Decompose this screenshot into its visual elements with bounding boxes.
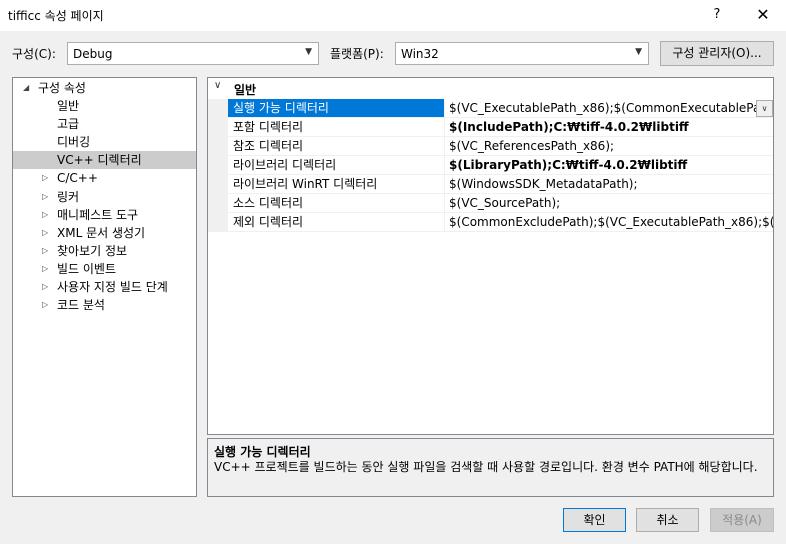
tree-item-label: 일반 — [57, 99, 80, 113]
row-gutter — [208, 118, 228, 137]
row-gutter — [208, 194, 228, 213]
tree-item-label: XML 문서 생성기 — [57, 225, 146, 240]
property-name[interactable]: 실행 가능 디렉터리 — [228, 99, 444, 118]
tree-item-label: C/C++ — [57, 171, 98, 186]
platform-value: Win32 — [401, 47, 439, 61]
chevron-down-icon: ▼ — [305, 47, 312, 57]
row-gutter — [208, 213, 228, 232]
property-row[interactable]: 포함 디렉터리 $(IncludePath);C:₩tiff-4.0.2₩libt… — [208, 118, 773, 137]
tree-item-label: 디버깅 — [57, 135, 91, 150]
ok-button[interactable]: 확인 — [563, 508, 626, 532]
chevron-down-icon: ▼ — [635, 47, 642, 57]
property-value[interactable]: $(VC_ExecutablePath_x86);$(CommonExecuta… — [445, 99, 773, 118]
cancel-button[interactable]: 취소 — [636, 508, 699, 532]
config-label: 구성(C): — [12, 47, 56, 61]
grid-category-label: 일반 — [234, 83, 257, 97]
tree-root[interactable]: ◢ 구성 속성 — [13, 79, 196, 97]
tree-item-label: 찾아보기 정보 — [57, 243, 128, 258]
tree-item[interactable]: VC++ 디렉터리 — [13, 151, 196, 170]
property-row[interactable]: 라이브러리 디렉터리 $(LibraryPath);C:₩tiff-4.0.2₩l… — [208, 156, 773, 175]
expand-arrow-icon[interactable]: ▷ — [42, 206, 52, 224]
tree-item[interactable]: ▷ 빌드 이벤트 — [13, 260, 196, 278]
property-row[interactable]: 소스 디렉터리 $(VC_SourcePath); — [208, 194, 773, 213]
window-title: tifficc 속성 페이지 — [8, 9, 104, 23]
close-button[interactable]: ✕ — [746, 3, 780, 27]
expand-arrow-icon[interactable]: ▷ — [42, 242, 52, 260]
row-gutter — [208, 156, 228, 175]
tree-item-label: 빌드 이벤트 — [57, 261, 117, 276]
property-row[interactable]: 라이브러리 WinRT 디렉터리 $(WindowsSDK_MetadataPat… — [208, 175, 773, 194]
property-value[interactable]: $(IncludePath);C:₩tiff-4.0.2₩libtiff — [445, 118, 773, 137]
property-name[interactable]: 라이브러리 WinRT 디렉터리 — [228, 175, 444, 194]
row-gutter — [208, 137, 228, 156]
tree-item-label: 링커 — [57, 189, 80, 204]
description-panel: 실행 가능 디렉터리 VC++ 프로젝트를 빌드하는 동안 실행 파일을 검색할… — [207, 438, 774, 497]
tree-item-label: 매니페스트 도구 — [57, 207, 139, 222]
tree-item[interactable]: ▷ XML 문서 생성기 — [13, 224, 196, 242]
tree-item-label: 고급 — [57, 117, 80, 132]
tree-item[interactable]: ▷ 매니페스트 도구 — [13, 206, 196, 224]
config-combo[interactable]: Debug ▼ — [67, 42, 319, 65]
property-value[interactable]: $(CommonExcludePath);$(VC_ExecutablePath… — [445, 213, 773, 232]
config-manager-button[interactable]: 구성 관리자(O)... — [660, 41, 774, 66]
property-name[interactable]: 참조 디렉터리 — [228, 137, 444, 156]
tree-item-label: 코드 분석 — [57, 298, 105, 313]
tree-item[interactable]: ▷ 코드 분석 — [13, 296, 196, 314]
chevron-down-icon: ∨ — [214, 80, 222, 91]
expand-arrow-icon[interactable]: ▷ — [42, 169, 52, 187]
property-name[interactable]: 소스 디렉터리 — [228, 194, 444, 213]
help-button[interactable]: ? — [705, 4, 729, 26]
property-name[interactable]: 제외 디렉터리 — [228, 213, 444, 232]
description-text: VC++ 프로젝트를 빌드하는 동안 실행 파일을 검색할 때 사용할 경로입니… — [214, 460, 758, 474]
tree-item[interactable]: ▷ 사용자 지정 빌드 단계 — [13, 278, 196, 296]
platform-label: 플랫폼(P): — [330, 47, 384, 61]
property-tree: ◢ 구성 속성 일반고급디버깅 VC++ 디렉터리 ▷ C/C++ ▷ 링커 ▷ 매니페스트 … — [12, 77, 197, 497]
property-name[interactable]: 포함 디렉터리 — [228, 118, 444, 137]
expand-arrow-icon[interactable]: ▷ — [42, 224, 52, 242]
description-title: 실행 가능 디렉터리 — [214, 445, 311, 459]
tree-item-label: 사용자 지정 빌드 단계 — [57, 280, 168, 294]
property-row[interactable]: 제외 디렉터리 $(CommonExcludePath);$(VC_Executa… — [208, 213, 773, 232]
apply-button[interactable]: 적용(A) — [710, 508, 774, 532]
expanded-icon: ◢ — [23, 83, 30, 92]
tree-item[interactable]: ▷ 링커 — [13, 188, 196, 206]
property-grid: ∨ 일반 실행 가능 디렉터리 $(VC_ExecutablePath_x86);… — [207, 77, 774, 435]
config-value: Debug — [73, 47, 113, 61]
value-dropdown-icon[interactable]: ∨ — [756, 100, 773, 117]
property-row[interactable]: 실행 가능 디렉터리 $(VC_ExecutablePath_x86);$(Com… — [208, 99, 773, 118]
tree-item[interactable]: 디버깅 — [13, 133, 196, 151]
tree-item[interactable]: 일반 — [13, 97, 196, 115]
tree-item[interactable]: ▷ 찾아보기 정보 — [13, 242, 196, 260]
row-gutter — [208, 99, 228, 118]
row-gutter — [208, 175, 228, 194]
expand-arrow-icon[interactable]: ▷ — [42, 260, 52, 278]
tree-item[interactable]: 고급 — [13, 115, 196, 133]
property-name[interactable]: 라이브러리 디렉터리 — [228, 156, 444, 175]
property-value[interactable]: $(LibraryPath);C:₩tiff-4.0.2₩libtiff — [445, 156, 773, 175]
tree-item-label: VC++ 디렉터리 — [57, 153, 142, 168]
property-value[interactable]: $(WindowsSDK_MetadataPath); — [445, 175, 773, 194]
platform-combo[interactable]: Win32 ▼ — [395, 42, 649, 65]
title-bar: tifficc 속성 페이지 ? ✕ — [0, 0, 786, 31]
expand-arrow-icon[interactable]: ▷ — [42, 278, 52, 296]
tree-item[interactable]: ▷ C/C++ — [13, 169, 196, 187]
property-row[interactable]: 참조 디렉터리 $(VC_ReferencesPath_x86); — [208, 137, 773, 156]
tree-root-label: 구성 속성 — [38, 81, 86, 95]
expand-arrow-icon[interactable]: ▷ — [42, 188, 52, 206]
property-value[interactable]: $(VC_ReferencesPath_x86); — [445, 137, 773, 156]
grid-category[interactable]: ∨ 일반 — [208, 78, 773, 98]
property-value[interactable]: $(VC_SourcePath); — [445, 194, 773, 213]
expand-arrow-icon[interactable]: ▷ — [42, 296, 52, 314]
